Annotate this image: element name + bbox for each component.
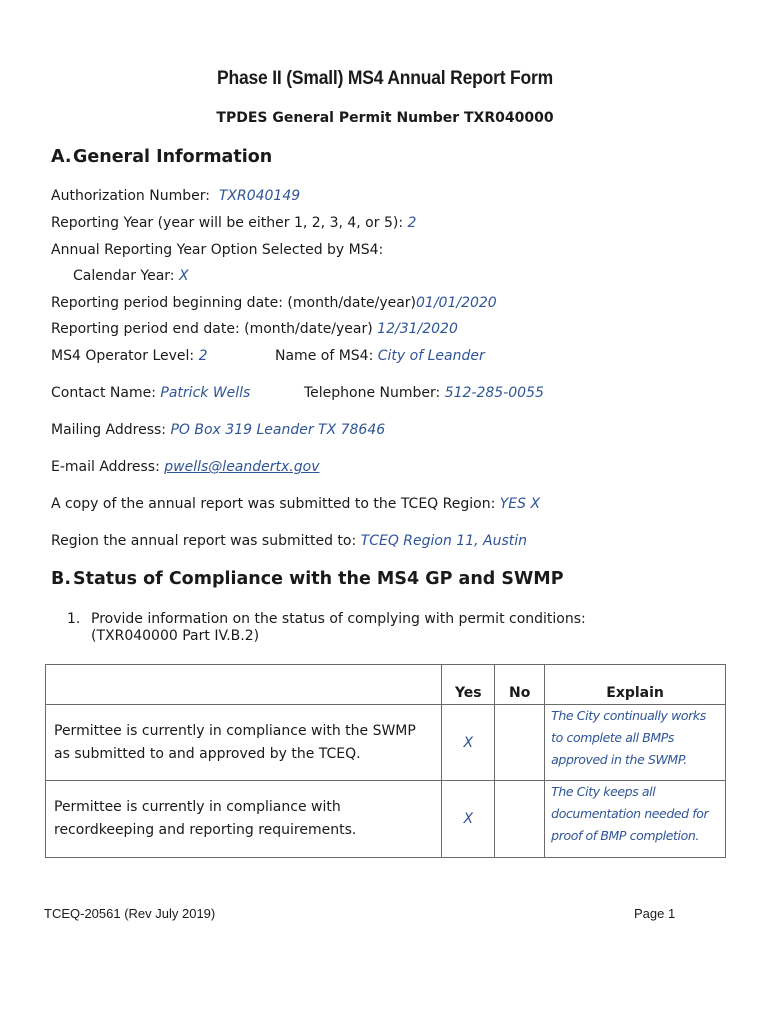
mailing-address-label: Mailing Address: [51, 422, 167, 438]
calendar-year-label: Calendar Year: [73, 268, 175, 284]
reporting-year-field: Reporting Year (year will be either 1, 2… [51, 215, 416, 231]
section-b-heading: B. Status of Compliance with the MS4 GP a… [51, 569, 564, 589]
row-yes-cell[interactable]: X [441, 780, 496, 858]
email-field: E-mail Address: pwells@leandertx.gov [51, 459, 319, 475]
ms4-name-value[interactable]: City of Leander [378, 348, 485, 364]
ms4-name-label: Name of MS4: [275, 348, 374, 364]
period-begin-label: Reporting period beginning date: (month/… [51, 295, 417, 311]
contact-name-field: Contact Name: Patrick Wells [51, 385, 250, 401]
ms4-name-field: Name of MS4: City of Leander [275, 348, 485, 364]
copy-submitted-field: A copy of the annual report was submitte… [51, 496, 540, 512]
calendar-year-field: Calendar Year: X [73, 268, 189, 284]
authorization-number-field: Authorization Number: TXR040149 [51, 188, 300, 204]
table-header-row: Yes No Explain [44, 664, 726, 705]
report-page: Phase II (Small) MS4 Annual Report Form … [0, 0, 770, 1024]
copy-submitted-label: A copy of the annual report was submitte… [51, 496, 496, 512]
mailing-address-field: Mailing Address: PO Box 319 Leander TX 7… [51, 422, 385, 438]
operator-level-value[interactable]: 2 [199, 348, 208, 364]
section-b-title: Status of Compliance with the MS4 GP and… [73, 569, 564, 589]
list-item-1: 1. Provide information on the status of c… [67, 611, 586, 645]
telephone-value[interactable]: 512-285-0055 [445, 385, 544, 401]
list-item-text-cont: (TXR040000 Part IV.B.2) [91, 628, 260, 644]
footer-page-number: Page 1 [634, 906, 676, 921]
email-label: E-mail Address: [51, 459, 160, 475]
section-a-heading: A.General Information [51, 147, 272, 167]
copy-submitted-value[interactable]: YES X [500, 496, 540, 512]
region-submitted-value[interactable]: TCEQ Region 11, Austin [361, 533, 527, 549]
row-no-cell[interactable] [494, 780, 546, 858]
row-explain-cell[interactable]: The City continually works to complete a… [544, 704, 726, 781]
mailing-address-value[interactable]: PO Box 319 Leander TX 78646 [170, 422, 385, 438]
row-explain-cell[interactable]: The City keeps all documentation needed … [544, 780, 726, 858]
table-row: Permittee is currently in compliance wit… [44, 780, 726, 858]
footer-form-id: TCEQ-20561 (Rev July 2019) [44, 906, 216, 921]
table-row: Permittee is currently in compliance wit… [44, 704, 726, 781]
header-no: No [494, 664, 546, 705]
year-option-label: Annual Reporting Year Option Selected by… [51, 242, 384, 258]
row-no-cell[interactable] [494, 704, 546, 781]
period-end-label: Reporting period end date: (month/date/y… [51, 321, 373, 337]
row-description: Permittee is currently in compliance wit… [44, 704, 443, 781]
contact-name-value[interactable]: Patrick Wells [160, 385, 250, 401]
row-description: Permittee is currently in compliance wit… [44, 780, 443, 858]
period-end-value[interactable]: 12/31/2020 [377, 321, 458, 337]
telephone-field: Telephone Number: 512-285-0055 [304, 385, 544, 401]
reporting-year-label: Reporting Year (year will be either 1, 2… [51, 215, 404, 231]
form-title: Phase II (Small) MS4 Annual Report Form [216, 68, 554, 89]
email-link[interactable]: pwells@leandertx.gov [164, 459, 319, 475]
list-item-text: Provide information on the status of com… [91, 611, 586, 627]
region-submitted-field: Region the annual report was submitted t… [51, 533, 527, 549]
header-explain: Explain [544, 664, 726, 705]
telephone-label: Telephone Number: [304, 385, 441, 401]
period-begin-value[interactable]: 01/01/2020 [416, 295, 497, 311]
section-a-letter: A. [51, 147, 72, 167]
list-item-number: 1. [67, 611, 81, 627]
contact-name-label: Contact Name: [51, 385, 156, 401]
header-yes: Yes [441, 664, 496, 705]
operator-level-field: MS4 Operator Level: 2 [51, 348, 208, 364]
authorization-number-label: Authorization Number: [51, 188, 210, 204]
calendar-year-value[interactable]: X [179, 268, 189, 284]
form-subtitle: TPDES General Permit Number TXR040000 [216, 110, 554, 126]
row-yes-cell[interactable]: X [441, 704, 496, 781]
section-b-letter: B. [51, 569, 71, 589]
period-end-field: Reporting period end date: (month/date/y… [51, 321, 458, 337]
compliance-table: Yes No Explain Permittee is currently in… [44, 664, 726, 858]
period-begin-field: Reporting period beginning date: (month/… [51, 295, 497, 311]
section-a-title: General Information [73, 147, 273, 167]
region-submitted-label: Region the annual report was submitted t… [51, 533, 357, 549]
reporting-year-value[interactable]: 2 [408, 215, 417, 231]
operator-level-label: MS4 Operator Level: [51, 348, 195, 364]
header-description [44, 664, 443, 705]
authorization-number-value[interactable]: TXR040149 [219, 188, 300, 204]
